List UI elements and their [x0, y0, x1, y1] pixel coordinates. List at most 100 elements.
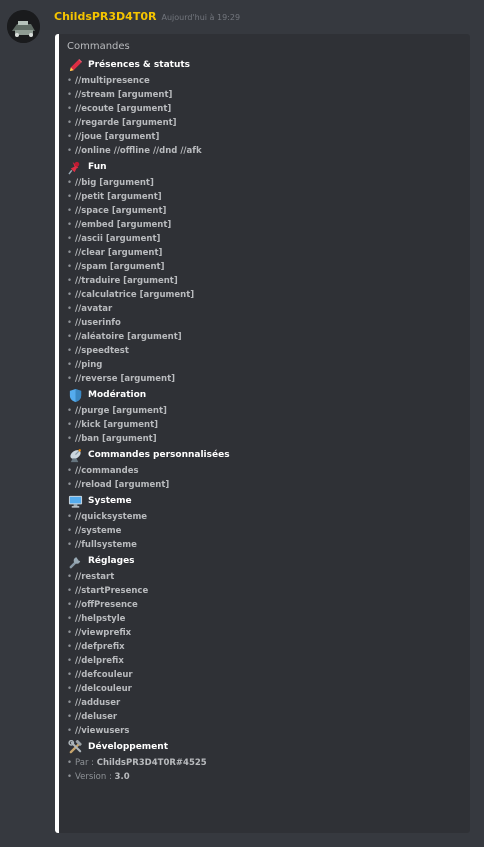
pushpin-icon [67, 159, 83, 175]
command-text: //viewusers [75, 726, 130, 736]
section-title: Présences & statuts [88, 60, 191, 70]
command-item: •//reload [argument] [67, 480, 170, 490]
command-list: •//big [argument] •//petit [argument] •//s… [67, 176, 470, 386]
command-item: •//regarde [argument] [67, 118, 177, 128]
section-title: Commandes personnalisées [88, 450, 230, 460]
command-item: •//aléatoire [argument] [67, 332, 182, 342]
command-text: //commandes [75, 466, 139, 476]
command-text: //reload [argument] [75, 480, 170, 490]
command-text: //petit [argument] [75, 192, 162, 202]
section-header: Fun [67, 158, 470, 176]
command-text: //startPresence [75, 586, 149, 596]
command-text: //spam [argument] [75, 262, 165, 272]
command-text: //regarde [argument] [75, 118, 177, 128]
command-text: //ban [argument] [75, 434, 157, 444]
command-item: •//offPresence [67, 600, 138, 610]
command-text: //viewprefix [75, 628, 132, 638]
command-item: •//deluser [67, 712, 118, 722]
command-item: •//reverse [argument] [67, 374, 176, 384]
command-text: //delcouleur [75, 684, 132, 694]
timestamp: Aujourd'hui à 19:29 [161, 13, 241, 22]
command-list: •//restart •//startPresence •//offPresence… [67, 570, 470, 738]
message-header: ChildsPR3D4T0R Aujourd'hui à 19:29 [54, 10, 240, 26]
command-item: •//adduser [67, 698, 121, 708]
command-item: •//space [argument] [67, 206, 167, 216]
section-2: Modération •//purge [argument] •//kick [ar… [67, 386, 470, 446]
command-text: //avatar [75, 304, 113, 314]
section-title: Développement [88, 742, 168, 752]
command-text: //delprefix [75, 656, 124, 666]
command-text: //purge [argument] [75, 406, 167, 416]
embed-sections: Présences & statuts •//multipresence •//st… [67, 56, 470, 738]
version-value: 3.0 [114, 772, 130, 782]
section-title: Réglages [88, 556, 135, 566]
version-line: • Version : 3.0 [67, 772, 130, 782]
section-5: Réglages •//restart •//startPresence •//off… [67, 552, 470, 738]
command-text: //online //offline //dnd //afk [75, 146, 202, 156]
username[interactable]: ChildsPR3D4T0R [54, 10, 156, 23]
command-item: •//stream [argument] [67, 90, 173, 100]
command-item: •//userinfo [67, 318, 121, 328]
command-list: •//multipresence •//stream [argument] •//e… [67, 74, 470, 158]
command-item: •//delprefix [67, 656, 124, 666]
command-text: //kick [argument] [75, 420, 159, 430]
version-label: Version : [75, 772, 112, 782]
embed-title: Commandes [67, 41, 130, 52]
command-item: •//calculatrice [argument] [67, 290, 195, 300]
author-line: • Par : ChildsPR3D4T0R#4525 [67, 758, 207, 768]
author-label: Par : [75, 758, 95, 768]
section-3: Commandes personnalisées •//commandes •//r… [67, 446, 470, 492]
embed: Commandes Présences & statuts •//multipre… [55, 34, 470, 833]
command-item: •//ecoute [argument] [67, 104, 172, 114]
command-item: •//joue [argument] [67, 132, 160, 142]
command-text: //restart [75, 572, 115, 582]
command-text: //ecoute [argument] [75, 104, 172, 114]
command-item: •//viewprefix [67, 628, 132, 638]
section-4: Systeme •//quicksysteme •//systeme •//fulls… [67, 492, 470, 552]
section-title: Systeme [88, 496, 132, 506]
command-text: //aléatoire [argument] [75, 332, 182, 342]
command-text: //multipresence [75, 76, 150, 86]
command-item: •//avatar [67, 304, 113, 314]
command-item: •//embed [argument] [67, 220, 172, 230]
command-text: //traduire [argument] [75, 276, 178, 286]
section-title: Fun [88, 162, 107, 172]
command-text: //defcouleur [75, 670, 133, 680]
command-item: •//ban [argument] [67, 434, 157, 444]
wrench-icon [67, 553, 83, 569]
command-item: •//kick [argument] [67, 420, 159, 430]
section-header: Systeme [67, 492, 470, 510]
avatar[interactable] [7, 10, 40, 43]
command-text: //deluser [75, 712, 118, 722]
satellite-dish-icon [67, 447, 83, 463]
author-value: ChildsPR3D4T0R#4525 [96, 758, 207, 768]
section-0: Présences & statuts •//multipresence •//st… [67, 56, 470, 158]
command-item: •//defprefix [67, 642, 125, 652]
command-text: //stream [argument] [75, 90, 173, 100]
command-item: •//helpstyle [67, 614, 126, 624]
command-text: //speedtest [75, 346, 129, 356]
command-item: •//commandes [67, 466, 139, 476]
command-text: //calculatrice [argument] [75, 290, 195, 300]
command-item: •//speedtest [67, 346, 129, 356]
section-1: Fun •//big [argument] •//petit [argument] •… [67, 158, 470, 386]
command-item: •//viewusers [67, 726, 130, 736]
command-text: //space [argument] [75, 206, 167, 216]
command-item: •//startPresence [67, 586, 149, 596]
avatar-image [7, 10, 40, 43]
section-header: Réglages [67, 552, 470, 570]
command-text: //systeme [75, 526, 122, 536]
command-text: //userinfo [75, 318, 121, 328]
command-list: •//commandes •//reload [argument] [67, 464, 470, 492]
command-item: •//restart [67, 572, 115, 582]
section-title: Modération [88, 390, 147, 400]
section-header: Modération [67, 386, 470, 404]
command-item: •//purge [argument] [67, 406, 167, 416]
command-item: •//ascii [argument] [67, 234, 161, 244]
command-item: •//systeme [67, 526, 122, 536]
command-item: •//quicksysteme [67, 512, 148, 522]
command-text: //big [argument] [75, 178, 154, 188]
command-text: //embed [argument] [75, 220, 172, 230]
command-item: •//clear [argument] [67, 248, 163, 258]
command-text: //quicksysteme [75, 512, 148, 522]
